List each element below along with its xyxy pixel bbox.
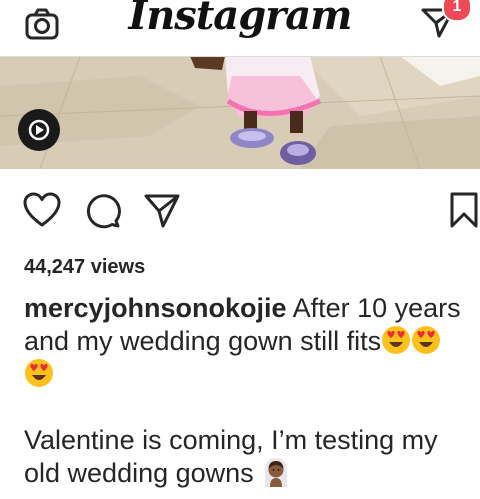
- play-button[interactable]: [18, 109, 60, 151]
- video-frame: [0, 56, 480, 169]
- notification-badge: 1: [442, 0, 472, 22]
- bride-emoji: [265, 458, 288, 487]
- post-video[interactable]: [0, 56, 480, 169]
- heart-eyes-emoji: [412, 326, 441, 354]
- caption-text-2: Valentine is coming, I’m testing my old …: [24, 425, 438, 488]
- top-bar: Instagram 1: [0, 0, 480, 57]
- bookmark-icon[interactable]: [444, 190, 480, 230]
- heart-eyes-emoji: [382, 326, 411, 354]
- post-actions: [0, 190, 480, 240]
- heart-icon[interactable]: [22, 190, 62, 230]
- play-icon: [28, 119, 50, 141]
- instagram-logo[interactable]: Instagram: [0, 0, 480, 39]
- caption-username[interactable]: mercyjohnsonokojie: [24, 293, 287, 323]
- view-count[interactable]: 44,247 views: [24, 256, 145, 279]
- share-icon[interactable]: [142, 190, 182, 230]
- comment-icon[interactable]: [82, 190, 122, 230]
- heart-eyes-emoji: [25, 359, 53, 387]
- caption-paragraph-2: Valentine is coming, I’m testing my old …: [24, 424, 464, 490]
- post-caption: mercyjohnsonokojie After 10 years and my…: [24, 292, 464, 490]
